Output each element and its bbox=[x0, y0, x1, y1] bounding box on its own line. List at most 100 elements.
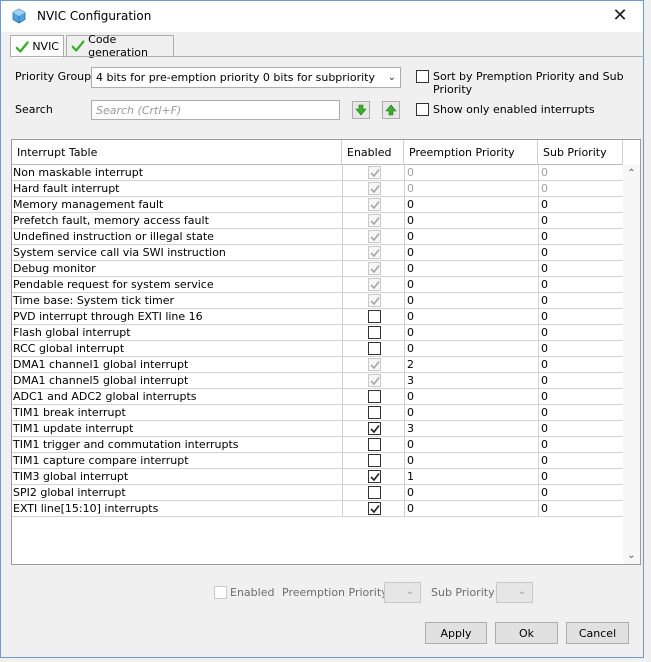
table-row[interactable]: ADC1 and ADC2 global interrupts 0 0 bbox=[12, 389, 623, 405]
table-row[interactable]: Pendable request for system service 0 0 bbox=[12, 277, 623, 293]
table-row[interactable]: Flash global interrupt 0 0 bbox=[12, 325, 623, 341]
sub-priority-cell[interactable]: 0 bbox=[538, 389, 623, 405]
scroll-up-icon[interactable]: ⌃ bbox=[623, 165, 640, 182]
preemption-priority-cell[interactable]: 0 bbox=[404, 165, 538, 181]
preemption-priority-cell[interactable]: 0 bbox=[404, 485, 538, 501]
sub-priority-cell[interactable]: 0 bbox=[538, 261, 623, 277]
preemption-priority-cell[interactable]: 0 bbox=[404, 341, 538, 357]
sub-priority-cell[interactable]: 0 bbox=[538, 181, 623, 197]
cancel-button[interactable]: Cancel bbox=[566, 622, 629, 644]
apply-button[interactable]: Apply bbox=[425, 622, 487, 644]
preemption-priority-cell[interactable]: 0 bbox=[404, 325, 538, 341]
preemption-priority-cell[interactable]: 0 bbox=[404, 501, 538, 517]
sub-priority-cell[interactable]: 0 bbox=[538, 165, 623, 181]
sub-priority-cell[interactable]: 0 bbox=[538, 293, 623, 309]
sub-priority-cell[interactable]: 0 bbox=[538, 229, 623, 245]
search-up-button[interactable] bbox=[382, 101, 400, 119]
table-row[interactable]: TIM1 trigger and commutation interrupts 0… bbox=[12, 437, 623, 453]
preemption-priority-cell[interactable]: 0 bbox=[404, 437, 538, 453]
table-row[interactable]: SPI2 global interrupt 0 0 bbox=[12, 485, 623, 501]
interrupt-enabled-checkbox[interactable] bbox=[368, 326, 381, 339]
search-down-button[interactable] bbox=[352, 101, 370, 119]
table-row[interactable]: RCC global interrupt 0 0 bbox=[12, 341, 623, 357]
preemption-priority-cell[interactable]: 0 bbox=[404, 405, 538, 421]
sort-priority-checkbox[interactable] bbox=[416, 70, 429, 83]
preemption-priority-cell[interactable]: 0 bbox=[404, 245, 538, 261]
table-row[interactable]: Undefined instruction or illegal state 0 0 bbox=[12, 229, 623, 245]
table-row[interactable]: Debug monitor 0 0 bbox=[12, 261, 623, 277]
table-row[interactable]: Memory management fault 0 0 bbox=[12, 197, 623, 213]
table-row[interactable]: Time base: System tick timer 0 0 bbox=[12, 293, 623, 309]
tab-nvic[interactable]: NVIC bbox=[10, 35, 64, 58]
column-header-interrupt-table[interactable]: Interrupt Table bbox=[12, 140, 342, 165]
scroll-down-icon[interactable]: ⌄ bbox=[623, 547, 640, 564]
table-row[interactable]: PVD interrupt through EXTI line 16 0 0 bbox=[12, 309, 623, 325]
interrupt-enabled-checkbox[interactable] bbox=[368, 406, 381, 419]
priority-group-select[interactable]: 4 bits for pre-emption priority 0 bits f… bbox=[91, 67, 401, 88]
sub-priority-cell[interactable]: 0 bbox=[538, 485, 623, 501]
table-row[interactable]: Prefetch fault, memory access fault 0 0 bbox=[12, 213, 623, 229]
tab-code-generation[interactable]: Code generation bbox=[66, 33, 174, 59]
preemption-priority-cell[interactable]: 3 bbox=[404, 421, 538, 437]
sub-priority-cell[interactable]: 0 bbox=[538, 421, 623, 437]
row-enabled-checkbox[interactable] bbox=[214, 586, 227, 599]
preemption-priority-cell[interactable]: 0 bbox=[404, 293, 538, 309]
interrupt-enabled-checkbox[interactable] bbox=[368, 310, 381, 323]
sub-priority-cell[interactable]: 0 bbox=[538, 197, 623, 213]
sub-priority-cell[interactable]: 0 bbox=[538, 309, 623, 325]
sub-priority-cell[interactable]: 0 bbox=[538, 357, 623, 373]
sub-priority-cell[interactable]: 0 bbox=[538, 437, 623, 453]
interrupt-enabled-checkbox[interactable] bbox=[368, 342, 381, 355]
row-preemption-select[interactable]: ⌄ bbox=[384, 582, 421, 603]
search-input[interactable] bbox=[91, 100, 340, 120]
sub-priority-cell[interactable]: 0 bbox=[538, 341, 623, 357]
preemption-priority-cell[interactable]: 3 bbox=[404, 373, 538, 389]
preemption-priority-cell[interactable]: 0 bbox=[404, 277, 538, 293]
preemption-priority-cell[interactable]: 0 bbox=[404, 453, 538, 469]
preemption-priority-cell[interactable]: 0 bbox=[404, 181, 538, 197]
interrupt-enabled-checkbox[interactable] bbox=[368, 470, 381, 483]
sub-priority-cell[interactable]: 0 bbox=[538, 453, 623, 469]
table-row[interactable]: TIM1 break interrupt 0 0 bbox=[12, 405, 623, 421]
table-row[interactable]: EXTI line[15:10] interrupts 0 0 bbox=[12, 501, 623, 517]
preemption-priority-cell[interactable]: 0 bbox=[404, 229, 538, 245]
sub-priority-cell[interactable]: 0 bbox=[538, 405, 623, 421]
column-header-enabled[interactable]: Enabled bbox=[342, 140, 404, 165]
interrupt-enabled-checkbox[interactable] bbox=[368, 438, 381, 451]
preemption-priority-cell[interactable]: 0 bbox=[404, 197, 538, 213]
preemption-priority-cell[interactable]: 0 bbox=[404, 389, 538, 405]
column-header-preemption-priority[interactable]: Preemption Priority bbox=[404, 140, 538, 165]
table-row[interactable]: System service call via SWI instruction 0… bbox=[12, 245, 623, 261]
table-row[interactable]: Hard fault interrupt 0 0 bbox=[12, 181, 623, 197]
sub-priority-cell[interactable]: 0 bbox=[538, 501, 623, 517]
preemption-priority-cell[interactable]: 0 bbox=[404, 309, 538, 325]
sub-priority-cell[interactable]: 0 bbox=[538, 469, 623, 485]
table-row[interactable]: Non maskable interrupt 0 0 bbox=[12, 165, 623, 181]
interrupt-enabled-checkbox[interactable] bbox=[368, 486, 381, 499]
table-row[interactable]: TIM1 capture compare interrupt 0 0 bbox=[12, 453, 623, 469]
table-row[interactable]: TIM1 update interrupt 3 0 bbox=[12, 421, 623, 437]
preemption-priority-cell[interactable]: 1 bbox=[404, 469, 538, 485]
table-row[interactable]: DMA1 channel5 global interrupt 3 0 bbox=[12, 373, 623, 389]
sub-priority-cell[interactable]: 0 bbox=[538, 373, 623, 389]
preemption-priority-cell[interactable]: 2 bbox=[404, 357, 538, 373]
vertical-scrollbar[interactable]: ⌃ ⌄ bbox=[623, 165, 640, 564]
interrupt-enabled-checkbox[interactable] bbox=[368, 502, 381, 515]
preemption-priority-cell[interactable]: 0 bbox=[404, 261, 538, 277]
interrupt-enabled-checkbox[interactable] bbox=[368, 454, 381, 467]
ok-button[interactable]: Ok bbox=[495, 622, 558, 644]
table-row[interactable]: TIM3 global interrupt 1 0 bbox=[12, 469, 623, 485]
interrupt-enabled-checkbox[interactable] bbox=[368, 422, 381, 435]
title-bar[interactable]: NVIC Configuration ✕ bbox=[1, 1, 643, 32]
sub-priority-cell[interactable]: 0 bbox=[538, 277, 623, 293]
show-enabled-checkbox[interactable] bbox=[416, 103, 429, 116]
table-row[interactable]: DMA1 channel1 global interrupt 2 0 bbox=[12, 357, 623, 373]
close-icon[interactable]: ✕ bbox=[603, 3, 637, 29]
sub-priority-cell[interactable]: 0 bbox=[538, 245, 623, 261]
column-header-sub-priority[interactable]: Sub Priority bbox=[538, 140, 623, 165]
sub-priority-cell[interactable]: 0 bbox=[538, 325, 623, 341]
interrupt-enabled-checkbox[interactable] bbox=[368, 390, 381, 403]
sub-priority-cell[interactable]: 0 bbox=[538, 213, 623, 229]
preemption-priority-cell[interactable]: 0 bbox=[404, 213, 538, 229]
row-sub-priority-select[interactable]: ⌄ bbox=[496, 582, 533, 603]
